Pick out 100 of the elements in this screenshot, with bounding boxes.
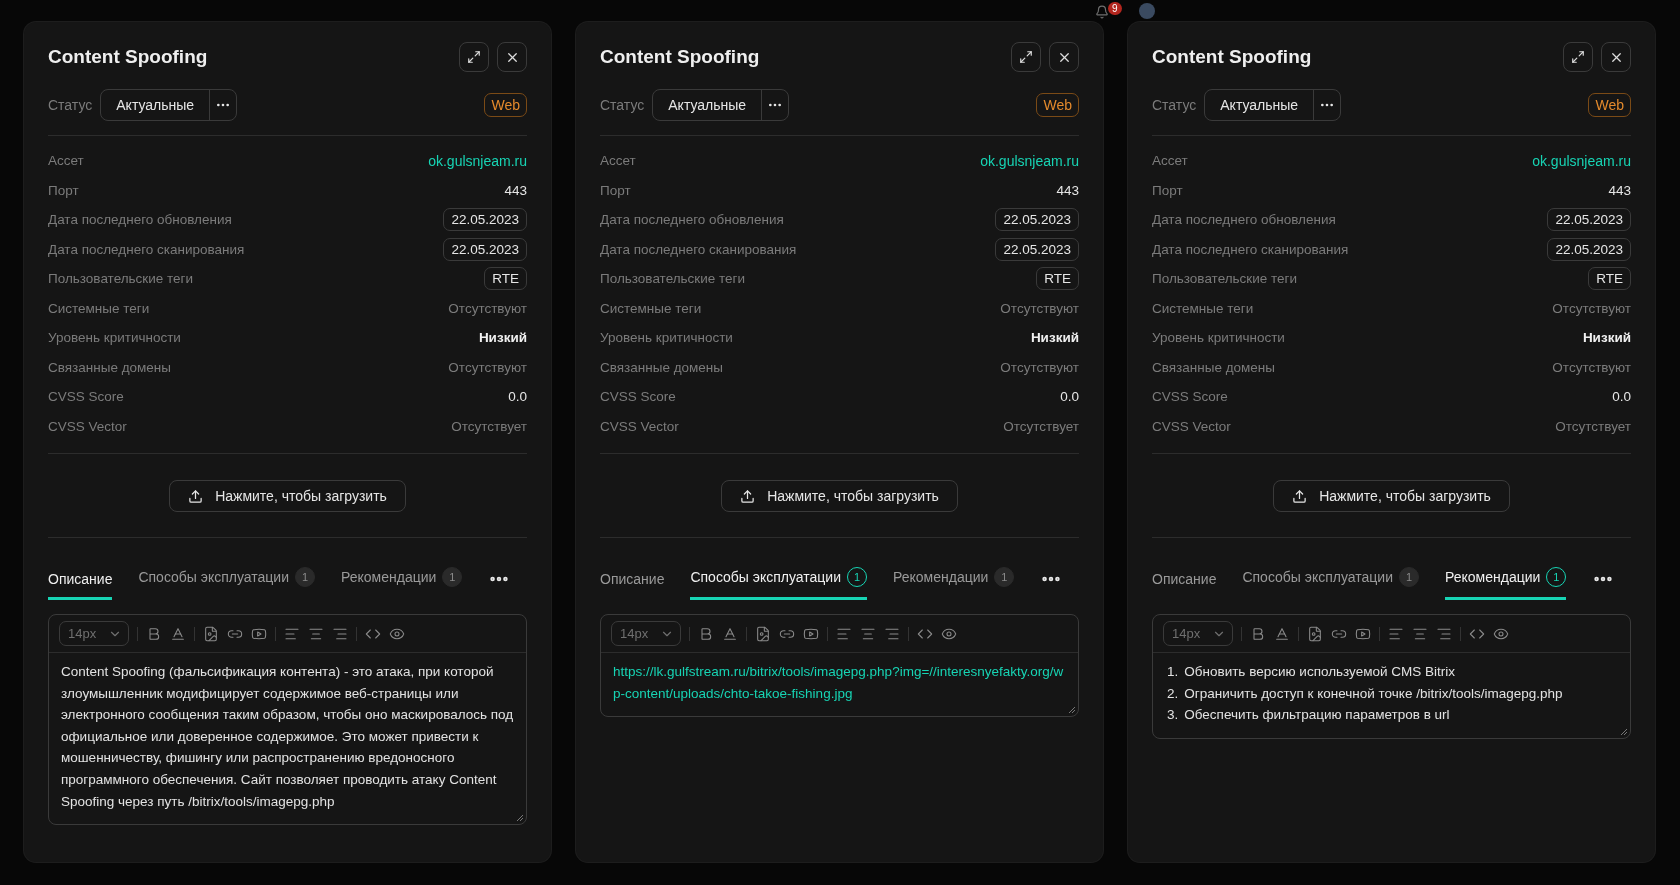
field-label: CVSS Vector bbox=[600, 418, 679, 434]
text-editor[interactable] bbox=[48, 614, 527, 826]
field-value: Отсутствуют bbox=[1552, 359, 1631, 375]
font-size-select[interactable]: 14px bbox=[1163, 621, 1233, 646]
text-editor[interactable]: 14px 1. Обновить версию используемой CMS Bitrix 2. Ограничить доступ к конечной точке /bitrix/tools/imagepg.php 3. Обеспечить фильтрацию параметров в url bbox=[1152, 614, 1631, 739]
tab[interactable]: Способы эксплуатации 1 bbox=[1242, 567, 1419, 600]
upload-icon bbox=[740, 488, 756, 504]
list-number: 2. bbox=[1167, 684, 1179, 703]
field-value: Низкий bbox=[1030, 330, 1079, 346]
list-number: 1. bbox=[1167, 663, 1179, 681]
text-color-icon[interactable] bbox=[170, 625, 186, 642]
field-value: Отсутствуют bbox=[448, 300, 527, 316]
tab[interactable]: Описание bbox=[1152, 571, 1217, 600]
text-color-icon[interactable] bbox=[1274, 625, 1290, 642]
status-button[interactable]: Актуальные bbox=[1205, 90, 1314, 120]
field-label: Уровень критичности bbox=[1152, 330, 1285, 346]
expand-button[interactable] bbox=[1011, 42, 1041, 72]
asset-link[interactable]: ok.gulsnjeam.ru bbox=[1532, 152, 1631, 169]
bell-icon[interactable] bbox=[1095, 5, 1109, 19]
field-label: Системные теги bbox=[1152, 300, 1254, 316]
field-value: Отсутствует bbox=[1003, 418, 1079, 434]
status-button[interactable]: Актуальные bbox=[653, 90, 762, 120]
field-label: CVSS Vector bbox=[1152, 418, 1231, 434]
resize-grip-icon[interactable] bbox=[1068, 706, 1076, 715]
image-file-icon[interactable] bbox=[755, 625, 771, 642]
value-chip: 22.05.2023 bbox=[443, 208, 527, 232]
status-selector[interactable]: Актуальные bbox=[100, 89, 238, 121]
tab[interactable]: Способы эксплуатации 1 bbox=[138, 567, 315, 600]
tab[interactable]: Способы эксплуатации 1 bbox=[690, 567, 867, 600]
close-button[interactable] bbox=[497, 42, 527, 72]
list-number: 3. bbox=[1167, 706, 1179, 725]
tab[interactable]: Описание bbox=[48, 571, 113, 600]
bold-icon[interactable] bbox=[146, 625, 162, 642]
field-label: Системные теги bbox=[600, 300, 702, 316]
panel-title: Content Spoofing bbox=[48, 46, 208, 68]
tab[interactable]: Рекомендации 1 bbox=[893, 567, 1015, 600]
count-badge: 1 bbox=[295, 567, 315, 587]
field-label: Ассет bbox=[600, 153, 636, 169]
upload-icon bbox=[188, 488, 204, 504]
status-selector[interactable]: Актуальные bbox=[652, 89, 790, 121]
field-label: Пользовательские теги bbox=[1152, 271, 1298, 287]
asset-link[interactable]: ok.gulsnjeam.ru bbox=[980, 152, 1079, 169]
field-value: Низкий bbox=[1582, 330, 1631, 346]
field-label: Связанные домены bbox=[1152, 359, 1275, 375]
status-label: Статус bbox=[600, 97, 645, 113]
count-badge: 1 bbox=[994, 567, 1015, 587]
field-label: Ассет bbox=[1152, 153, 1188, 169]
value-chip: RTE bbox=[1588, 267, 1631, 291]
value-chip: 22.05.2023 bbox=[443, 237, 527, 261]
field-value: Отсутствуют bbox=[1000, 359, 1079, 375]
field-label: Дата последнего обновления bbox=[600, 212, 784, 228]
field-label: Уровень критичности bbox=[48, 330, 181, 346]
status-button[interactable]: Актуальные bbox=[101, 90, 210, 120]
tab[interactable]: Рекомендации 1 bbox=[341, 567, 463, 600]
field-value: Отсутствует bbox=[451, 418, 527, 434]
upload-icon bbox=[1292, 488, 1308, 504]
field-value: 443 bbox=[504, 182, 527, 198]
field-label: CVSS Vector bbox=[48, 418, 127, 434]
resize-grip-icon[interactable] bbox=[1620, 727, 1628, 736]
expand-button[interactable] bbox=[1563, 42, 1593, 72]
tab[interactable]: Рекомендации 1 bbox=[1445, 567, 1567, 600]
tab[interactable]: Описание bbox=[600, 571, 665, 600]
close-button[interactable] bbox=[1049, 42, 1079, 72]
value-chip: RTE bbox=[1036, 267, 1079, 291]
count-badge: 1 bbox=[1399, 567, 1419, 587]
image-file-icon[interactable] bbox=[1307, 625, 1323, 642]
field-value: 0.0 bbox=[1060, 389, 1079, 405]
field-label: Уровень критичности bbox=[600, 330, 733, 346]
value-chip: 22.05.2023 bbox=[1547, 237, 1631, 261]
expand-button[interactable] bbox=[459, 42, 489, 72]
upload-button[interactable]: Нажмите, чтобы загрузить bbox=[721, 480, 958, 512]
field-value: Отсутствуют bbox=[1000, 300, 1079, 316]
category-tag: Web bbox=[484, 93, 527, 117]
asset-link[interactable]: ok.gulsnjeam.ru bbox=[428, 152, 527, 169]
font-size-select[interactable]: 14px bbox=[611, 621, 681, 646]
upload-button[interactable]: Нажмите, чтобы загрузить bbox=[169, 480, 406, 512]
text-color-icon[interactable] bbox=[722, 625, 738, 642]
bold-icon[interactable] bbox=[698, 625, 714, 642]
field-value: Отсутствуют bbox=[1552, 300, 1631, 316]
status-selector[interactable]: Актуальные bbox=[1204, 89, 1342, 121]
count-badge: 1 bbox=[442, 567, 463, 587]
bold-icon[interactable] bbox=[1250, 625, 1266, 642]
font-size-select[interactable]: 14px bbox=[59, 621, 129, 646]
field-value: 0.0 bbox=[508, 389, 527, 405]
field-label: Порт bbox=[48, 182, 79, 198]
resize-grip-icon[interactable] bbox=[516, 814, 524, 823]
panel-title: Content Spoofing bbox=[600, 46, 760, 68]
status-label: Статус bbox=[1152, 97, 1197, 113]
value-chip: 22.05.2023 bbox=[995, 237, 1079, 261]
recommendation-text: Обеспечить фильтрацию параметров в url bbox=[1184, 706, 1450, 725]
exploit-link[interactable]: https://lk.gulfstream.ru/bitrix/tools/imagepg.php?img=//interesnyefakty.org/wp-content/uploads/chto-takoe-fishing.jpg bbox=[613, 661, 1066, 705]
field-label: CVSS Score bbox=[48, 389, 124, 405]
upload-button[interactable]: Нажмите, чтобы загрузить bbox=[1273, 480, 1510, 512]
text-editor[interactable]: 14px https://lk.gulfstream.ru/bitrix/tools/imagepg.php?img=//interesnyefakty.org/wp-content/uploads/chto-takoe-fishing.jpg bbox=[600, 614, 1079, 718]
field-label: Системные теги bbox=[48, 300, 150, 316]
close-button[interactable] bbox=[1601, 42, 1631, 72]
field-label: Дата последнего сканирования bbox=[600, 241, 797, 257]
field-value: Низкий bbox=[478, 330, 527, 346]
image-file-icon[interactable] bbox=[203, 625, 219, 642]
recommendation-text: Ограничить доступ к конечной точке /bitrix/tools/imagepg.php bbox=[1184, 684, 1563, 703]
